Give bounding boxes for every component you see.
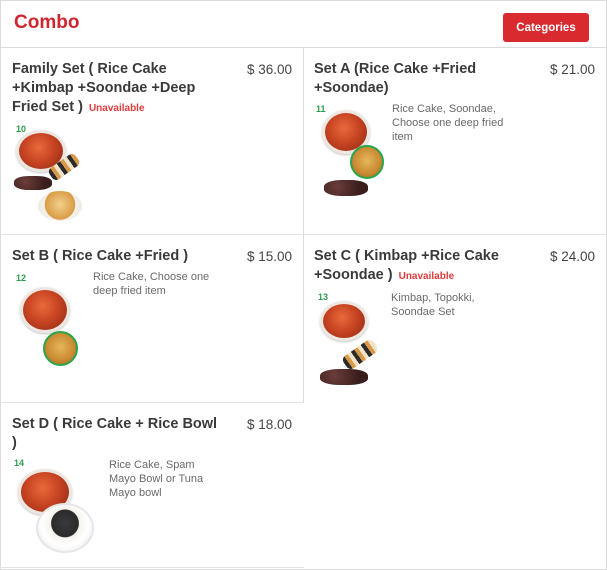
menu-item-set-a[interactable]: Set A (Rice Cake +Fried +Soondae) $ 21.0… (304, 48, 607, 234)
item-number: 11 (316, 104, 326, 114)
item-price: $ 15.00 (247, 249, 293, 264)
item-description: Kimbap, Topokki, Soondae Set (391, 292, 475, 318)
item-description: Rice Cake, Soondae, Choose one deep frie… (392, 103, 504, 143)
item-price: $ 36.00 (247, 62, 293, 77)
categories-button[interactable]: Categories (503, 13, 589, 42)
row-divider (0, 567, 304, 568)
item-price: $ 24.00 (550, 249, 596, 264)
section-header: Combo Categories (0, 0, 607, 48)
item-name: Set D ( Rice Cake + Rice Bowl ) (12, 416, 218, 451)
item-number: 14 (14, 458, 25, 468)
menu-item-set-b[interactable]: Set B ( Rice Cake +Fried ) $ 15.00 12 Ri… (0, 235, 303, 402)
unavailable-badge: Unavailable (398, 271, 455, 282)
item-price: $ 21.00 (550, 62, 596, 77)
item-name: Family Set ( Rice Cake +Kimbap +Soondae … (12, 61, 196, 115)
item-number: 12 (16, 273, 27, 283)
menu-item-set-d[interactable]: Set D ( Rice Cake + Rice Bowl ) $ 18.00 … (0, 403, 303, 567)
item-name: Set B ( Rice Cake +Fried ) (12, 248, 189, 264)
item-number: 10 (16, 124, 27, 134)
item-description: Rice Cake, Spam Mayo Bowl or Tuna Mayo b… (109, 459, 204, 499)
item-price: $ 18.00 (247, 417, 293, 432)
menu-item-set-c[interactable]: Set C ( Kimbap +Rice Cake +Soondae ) Una… (304, 235, 607, 402)
item-description: Rice Cake, Choose one deep fried item (93, 271, 210, 297)
unavailable-badge: Unavailable (88, 103, 145, 114)
item-name: Set A (Rice Cake +Fried +Soondae) (314, 61, 477, 96)
section-title: Combo (14, 12, 80, 33)
menu-item-family-set[interactable]: Family Set ( Rice Cake +Kimbap +Soondae … (0, 48, 303, 234)
item-name: Set C ( Kimbap +Rice Cake +Soondae ) Una… (314, 248, 499, 283)
item-number: 13 (318, 292, 329, 302)
